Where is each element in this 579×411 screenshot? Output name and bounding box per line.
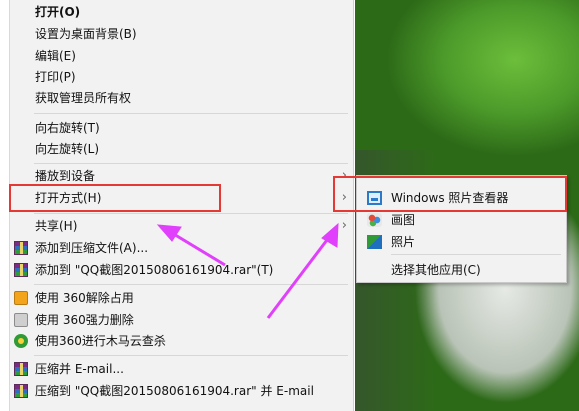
menu-item-edit[interactable]: 编辑(E)	[10, 46, 353, 66]
submenu-item-photos[interactable]: 照片	[357, 231, 566, 253]
menu-item-take-ownership[interactable]: 获取管理员所有权	[10, 88, 353, 108]
menu-item-label: 使用360进行木马云查杀	[35, 334, 166, 348]
paint-icon	[367, 213, 382, 227]
menu-item-label: 添加到压缩文件(A)...	[35, 241, 149, 255]
menu-item-print[interactable]: 打印(P)	[10, 67, 353, 87]
chevron-right-icon: ›	[341, 218, 347, 233]
menu-item-label: 向左旋转(L)	[35, 142, 100, 156]
menu-item-label: 编辑(E)	[35, 49, 76, 63]
menu-separator	[34, 355, 348, 356]
menu-item-label: 压缩并 E-mail...	[35, 362, 124, 376]
menu-item-label: 使用 360解除占用	[35, 291, 134, 305]
winrar-icon	[14, 241, 28, 255]
menu-item-share[interactable]: 共享(H) ›	[10, 216, 353, 236]
highlight-open-with	[9, 184, 221, 212]
submenu-item-label: 照片	[391, 235, 416, 249]
menu-item-compress-to-rar-and-email[interactable]: 压缩到 "QQ截图20150806161904.rar" 并 E-mail	[10, 381, 353, 401]
menu-separator	[34, 284, 348, 285]
menu-item-label: 添加到 "QQ截图20150806161904.rar"(T)	[35, 263, 274, 277]
360-unlock-icon	[14, 291, 28, 305]
menu-item-label: 向右旋转(T)	[35, 121, 100, 135]
menu-item-label: 压缩到 "QQ截图20150806161904.rar" 并 E-mail	[35, 384, 314, 398]
menu-item-label: 共享(H)	[35, 219, 78, 233]
submenu-separator	[391, 254, 561, 255]
submenu-item-choose-other-app[interactable]: 选择其他应用(C)	[357, 259, 566, 281]
menu-separator	[34, 113, 348, 114]
menu-item-rotate-right[interactable]: 向右旋转(T)	[10, 118, 353, 138]
submenu-item-label: 选择其他应用(C)	[391, 263, 481, 277]
menu-item-label: 播放到设备	[35, 169, 96, 183]
menu-item-cast-to-device[interactable]: 播放到设备 ›	[10, 166, 353, 186]
winrar-icon	[14, 362, 28, 376]
menu-separator	[34, 163, 348, 164]
winrar-icon	[14, 384, 28, 398]
menu-item-360-trojan-scan[interactable]: 使用360进行木马云查杀	[10, 331, 353, 351]
menu-item-360-unlock[interactable]: 使用 360解除占用	[10, 288, 353, 308]
menu-item-label: 设置为桌面背景(B)	[35, 27, 137, 41]
360-scan-icon	[14, 334, 28, 348]
submenu-item-paint[interactable]: 画图	[357, 209, 566, 231]
menu-item-rotate-left[interactable]: 向左旋转(L)	[10, 139, 353, 159]
photos-icon	[367, 235, 382, 249]
menu-item-360-force-delete[interactable]: 使用 360强力删除	[10, 310, 353, 330]
360-delete-icon	[14, 313, 28, 327]
menu-item-set-desktop-background[interactable]: 设置为桌面背景(B)	[10, 24, 353, 44]
menu-item-open[interactable]: 打开(O)	[10, 2, 353, 22]
menu-item-label: 打印(P)	[35, 70, 76, 84]
menu-item-add-to-archive[interactable]: 添加到压缩文件(A)...	[10, 238, 353, 258]
menu-item-label: 使用 360强力删除	[35, 313, 134, 327]
menu-item-compress-and-email[interactable]: 压缩并 E-mail...	[10, 359, 353, 379]
menu-item-label: 打开(O)	[35, 5, 81, 19]
menu-item-add-to-named-rar[interactable]: 添加到 "QQ截图20150806161904.rar"(T)	[10, 260, 353, 280]
submenu-item-label: 画图	[391, 213, 416, 227]
menu-item-label: 获取管理员所有权	[35, 91, 132, 105]
winrar-icon	[14, 263, 28, 277]
highlight-photo-viewer	[333, 176, 567, 212]
menu-separator	[34, 213, 348, 214]
